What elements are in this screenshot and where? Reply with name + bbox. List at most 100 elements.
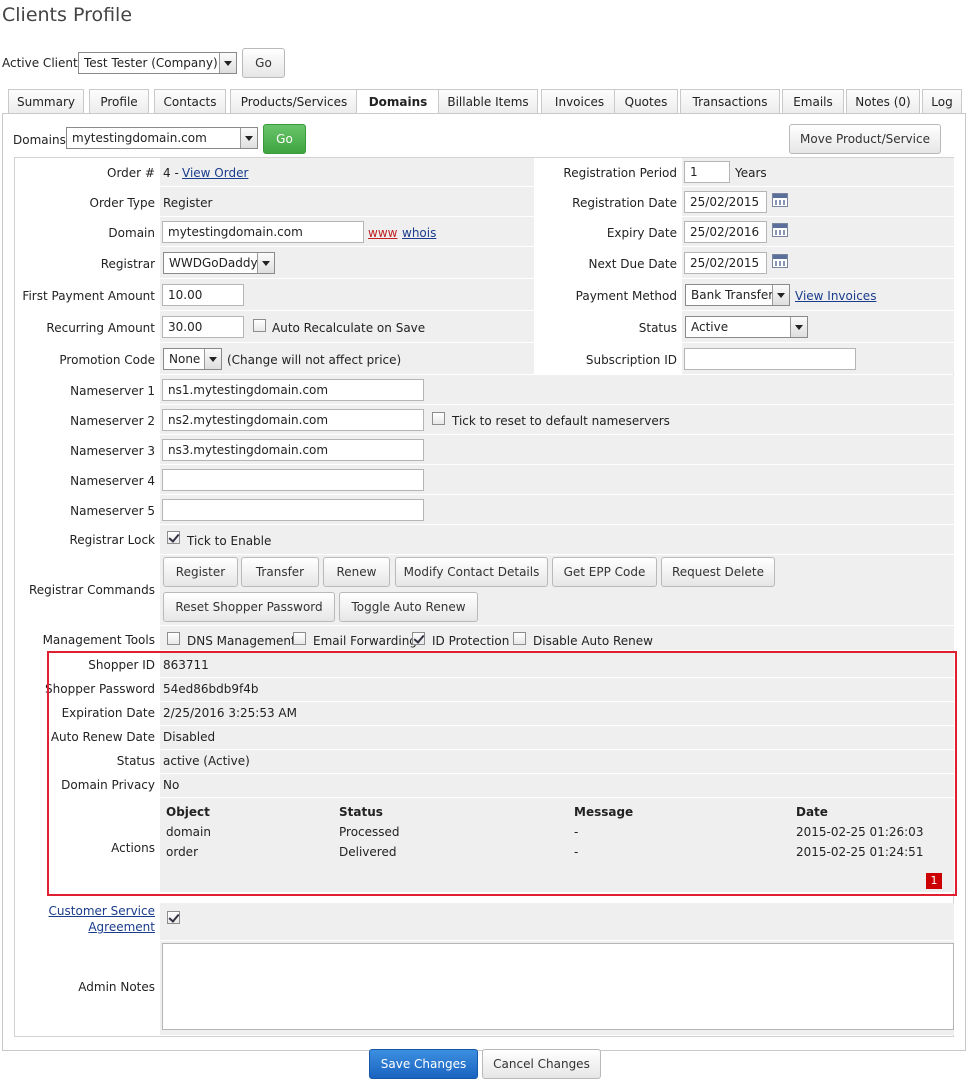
active-client-go-button[interactable]: Go: [242, 48, 285, 78]
registrar-commands-label: Registrar Commands: [28, 583, 155, 597]
toggle-auto-renew-button[interactable]: Toggle Auto Renew: [339, 592, 478, 622]
row-separator: [160, 625, 954, 626]
nameserver-2-input[interactable]: ns2.mytestingdomain.com: [162, 409, 424, 431]
reset-shopper-password-button[interactable]: Reset Shopper Password: [163, 592, 335, 622]
customer-service-agreement-link-line2[interactable]: Agreement: [88, 920, 155, 934]
expiry-date-label: Expiry Date: [606, 226, 677, 240]
nameserver-4-label: Nameserver 4: [70, 474, 155, 488]
first-payment-label: First Payment Amount: [22, 289, 155, 303]
tab-domains[interactable]: Domains: [356, 89, 440, 115]
view-invoices-link[interactable]: View Invoices: [795, 289, 876, 303]
domain-go-button[interactable]: Go: [263, 124, 306, 154]
domain-label: Domain: [108, 226, 155, 240]
annotation-badge: 1: [926, 873, 942, 889]
email-forwarding-checkbox[interactable]: [293, 632, 306, 645]
auto-recalculate-checkbox[interactable]: [253, 319, 266, 332]
auto-recalculate-label: Auto Recalculate on Save: [272, 321, 426, 335]
order-number-value: 4 -: [163, 166, 179, 180]
promotion-code-select[interactable]: None: [163, 348, 222, 370]
disable-auto-renew-label: Disable Auto Renew: [533, 634, 653, 648]
whois-link[interactable]: whois: [402, 226, 436, 240]
tab-billable-items[interactable]: Billable Items: [438, 89, 538, 114]
highlight-box: [47, 651, 957, 896]
first-payment-input[interactable]: 10.00: [162, 284, 244, 306]
years-label: Years: [735, 166, 767, 180]
renew-button[interactable]: Renew: [323, 557, 390, 587]
recurring-amount-label: Recurring Amount: [46, 321, 155, 335]
admin-notes-textarea[interactable]: [162, 943, 954, 1030]
next-due-date-input[interactable]: 25/02/2015: [684, 252, 767, 274]
registration-period-input[interactable]: 1: [684, 161, 730, 183]
chevron-down-icon: [204, 349, 221, 369]
request-delete-button[interactable]: Request Delete: [661, 557, 775, 587]
domains-label: Domains:: [13, 133, 70, 147]
tab-products-services[interactable]: Products/Services: [230, 89, 358, 114]
recurring-amount-input[interactable]: 30.00: [162, 316, 244, 338]
www-link[interactable]: www: [368, 226, 397, 240]
save-changes-button[interactable]: Save Changes: [369, 1049, 478, 1079]
subscription-id-input[interactable]: [684, 348, 856, 370]
register-button[interactable]: Register: [163, 557, 238, 587]
chevron-down-icon: [772, 285, 789, 305]
transfer-button[interactable]: Transfer: [241, 557, 319, 587]
domain-input[interactable]: mytestingdomain.com: [162, 221, 364, 243]
payment-method-label: Payment Method: [575, 289, 677, 303]
chevron-down-icon: [257, 253, 274, 273]
status-select[interactable]: Active: [685, 316, 808, 338]
calendar-icon[interactable]: [772, 254, 788, 268]
nameserver-1-label: Nameserver 1: [70, 384, 155, 398]
promotion-note: (Change will not affect price): [227, 353, 402, 367]
nameserver-4-input[interactable]: [162, 469, 424, 491]
row-separator: [160, 216, 954, 217]
id-protection-checkbox[interactable]: [412, 632, 425, 645]
registrar-select[interactable]: WWDGoDaddy: [163, 252, 275, 274]
tab-transactions[interactable]: Transactions: [680, 89, 780, 114]
id-protection-label: ID Protection: [432, 634, 510, 648]
dns-management-checkbox[interactable]: [167, 632, 180, 645]
row-separator: [160, 494, 954, 495]
customer-service-agreement-link[interactable]: Customer Service: [49, 904, 155, 918]
row-separator: [160, 246, 954, 247]
get-epp-code-button[interactable]: Get EPP Code: [552, 557, 657, 587]
nameserver-1-input[interactable]: ns1.mytestingdomain.com: [162, 379, 424, 401]
registrar-lock-label: Registrar Lock: [69, 533, 156, 547]
disable-auto-renew-checkbox[interactable]: [513, 632, 526, 645]
registration-date-input[interactable]: 25/02/2015: [684, 191, 767, 213]
management-tools-label: Management Tools: [42, 633, 155, 647]
registrar-lock-checkbox[interactable]: [167, 531, 180, 544]
row-separator: [160, 940, 954, 941]
payment-method-select[interactable]: Bank Transfer: [685, 284, 790, 306]
nameserver-2-label: Nameserver 2: [70, 414, 155, 428]
modify-contact-details-button[interactable]: Modify Contact Details: [395, 557, 548, 587]
registrar-select-value: WWDGoDaddy: [169, 256, 258, 270]
tab-emails[interactable]: Emails: [782, 89, 844, 114]
expiry-date-input[interactable]: 25/02/2016: [684, 221, 767, 243]
domain-select[interactable]: mytestingdomain.com: [66, 127, 258, 149]
calendar-icon[interactable]: [772, 193, 788, 207]
row-separator: [160, 310, 954, 311]
tab-log[interactable]: Log: [922, 89, 962, 114]
registrar-label: Registrar: [100, 257, 155, 271]
nameserver-3-input[interactable]: ns3.mytestingdomain.com: [162, 439, 424, 461]
tab-profile[interactable]: Profile: [89, 89, 149, 114]
row-separator: [160, 464, 954, 465]
chevron-down-icon: [219, 53, 236, 73]
calendar-icon[interactable]: [772, 223, 788, 237]
tab-summary[interactable]: Summary: [8, 89, 84, 114]
active-client-select[interactable]: Test Tester (Company): [78, 52, 237, 74]
reset-nameservers-checkbox[interactable]: [432, 412, 445, 425]
view-order-link[interactable]: View Order: [182, 166, 248, 180]
customer-service-agreement-checkbox[interactable]: [167, 911, 180, 924]
nameserver-5-input[interactable]: [162, 499, 424, 521]
tab-notes[interactable]: Notes (0): [846, 89, 920, 114]
promotion-code-label: Promotion Code: [59, 353, 155, 367]
tab-invoices[interactable]: Invoices: [541, 89, 618, 114]
registrar-lock-text: Tick to Enable: [187, 534, 272, 548]
row-separator: [160, 278, 954, 279]
cancel-changes-button[interactable]: Cancel Changes: [482, 1049, 601, 1079]
row-separator: [160, 434, 954, 435]
move-product-service-button[interactable]: Move Product/Service: [789, 124, 941, 154]
tab-contacts[interactable]: Contacts: [154, 89, 226, 114]
row-separator: [160, 342, 954, 343]
tab-quotes[interactable]: Quotes: [614, 89, 678, 114]
